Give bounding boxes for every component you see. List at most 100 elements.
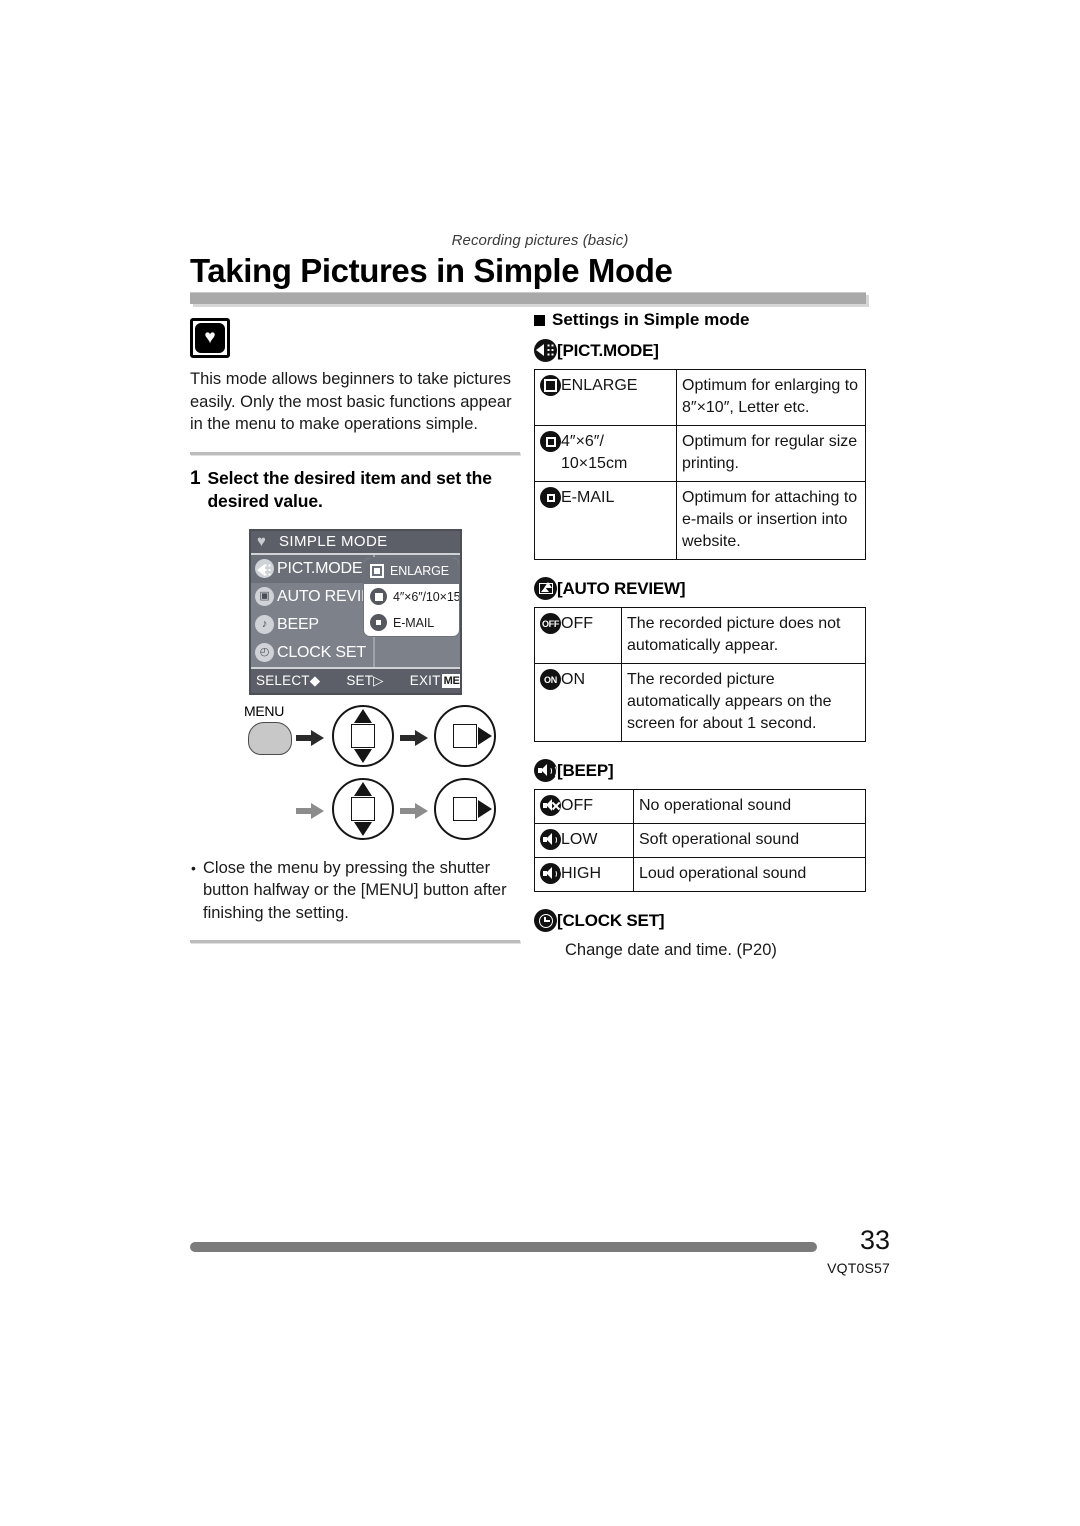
beep-key: LOW bbox=[561, 831, 598, 848]
table-row: LOW Soft operational sound bbox=[534, 823, 866, 858]
auto-review-desc: The recorded picture automatically appea… bbox=[621, 663, 866, 742]
table-row: E-MAIL Optimum for attaching to e-mails … bbox=[534, 481, 866, 560]
clock-icon: ◴ bbox=[255, 643, 274, 662]
updown-icon: ◆ bbox=[309, 672, 321, 688]
beep-heading-text: [BEEP] bbox=[557, 760, 614, 780]
triangle-right-icon: ▷ bbox=[373, 672, 384, 688]
lcd-footer-bar: SELECT ◆ SET ▷ EXIT MENU bbox=[251, 666, 460, 693]
auto-review-icon bbox=[534, 577, 557, 600]
lcd-menu-list: PICT.MODE ▣ AUTO REVIE ♪ BEEP ◴ CLOCK SE… bbox=[251, 554, 460, 667]
page-title: Taking Pictures in Simple Mode bbox=[190, 252, 673, 289]
pict-mode-desc: Optimum for attaching to e-mails or inse… bbox=[676, 481, 866, 560]
close-menu-note: Close the menu by pressing the shutter b… bbox=[190, 857, 520, 925]
off-icon: OFF bbox=[540, 613, 561, 634]
table-row: ENLARGE Optimum for enlarging to 8″×10″,… bbox=[534, 369, 866, 426]
lcd-title-bar: ♥ SIMPLE MODE bbox=[251, 530, 460, 555]
intro-text: This mode allows beginners to take pictu… bbox=[190, 370, 512, 433]
lcd-item-clock-set[interactable]: ◴ CLOCK SET bbox=[251, 639, 460, 667]
lcd-heart-icon: ♥ bbox=[257, 532, 267, 550]
pict-mode-key: E-MAIL bbox=[561, 489, 615, 506]
left-column: ♥ This mode allows beginners to take pic… bbox=[190, 318, 520, 955]
pict-mode-desc: Optimum for enlarging to 8″×10″, Letter … bbox=[676, 369, 866, 426]
flow-arrow-3 bbox=[296, 802, 324, 819]
flow-arrow-2 bbox=[400, 729, 428, 746]
menu-chip: MENU bbox=[441, 673, 460, 688]
table-row: OFF No operational sound bbox=[534, 789, 866, 824]
pict-mode-key-cell: ENLARGE bbox=[534, 369, 677, 426]
size-medium-icon bbox=[370, 588, 387, 605]
title-rule bbox=[190, 292, 866, 304]
auto-review-key: OFF bbox=[561, 615, 593, 632]
on-icon: ON bbox=[540, 669, 561, 690]
beep-key-cell: LOW bbox=[534, 823, 634, 858]
flow-arrow-4 bbox=[400, 802, 428, 819]
section-heading-text: Settings in Simple mode bbox=[552, 310, 750, 329]
pict-mode-icon bbox=[534, 339, 557, 362]
speaker-low-icon bbox=[540, 829, 561, 850]
cursor-pad-updown[interactable] bbox=[332, 704, 394, 767]
menu-button[interactable] bbox=[248, 721, 292, 755]
clock-set-note: Change date and time. (P20) bbox=[565, 941, 777, 959]
pict-mode-key-cell: E-MAIL bbox=[534, 481, 677, 560]
pict-mode-desc: Optimum for regular size printing. bbox=[676, 425, 866, 482]
auto-review-key: ON bbox=[561, 671, 585, 688]
cursor-pad-right-2[interactable] bbox=[434, 777, 496, 840]
speaker-mute-icon bbox=[540, 795, 561, 816]
table-row: HIGH Loud operational sound bbox=[534, 857, 866, 892]
right-column: Settings in Simple mode [PICT.MODE] ENLA… bbox=[534, 310, 866, 961]
divider-bottom bbox=[190, 940, 520, 943]
popup-item-label: E-MAIL bbox=[393, 615, 435, 630]
pict-mode-table: ENLARGE Optimum for enlarging to 8″×10″,… bbox=[534, 369, 866, 560]
beep-desc: Soft operational sound bbox=[633, 823, 866, 858]
button-flow-diagram: MENU bbox=[240, 703, 500, 843]
heart-icon: ♥ bbox=[190, 318, 230, 358]
pict-mode-heading-text: [PICT.MODE] bbox=[557, 340, 659, 360]
lcd-select-label: SELECT bbox=[256, 673, 310, 688]
popup-item-4x6[interactable]: 4″×6″/10×15cm bbox=[364, 584, 459, 610]
beep-desc: Loud operational sound bbox=[633, 857, 866, 892]
auto-review-key-cell: OFF OFF bbox=[534, 607, 622, 664]
beep-heading: [BEEP] bbox=[534, 759, 866, 782]
lcd-popup-menu: ENLARGE 4″×6″/10×15cm E-MAIL bbox=[363, 556, 460, 637]
section-heading: Settings in Simple mode bbox=[534, 310, 866, 330]
popup-item-enlarge[interactable]: ENLARGE bbox=[364, 557, 459, 584]
step-text: Select the desired item and set the desi… bbox=[207, 467, 492, 511]
step-1: 1 Select the desired item and set the de… bbox=[190, 467, 520, 513]
menu-button-label: MENU bbox=[244, 702, 285, 719]
cursor-pad-right-1[interactable] bbox=[434, 704, 496, 767]
lcd-exit-label: EXIT bbox=[409, 673, 441, 688]
beep-key: HIGH bbox=[561, 865, 601, 882]
cursor-pad-updown-2[interactable] bbox=[332, 777, 394, 840]
document-code: VQT0S57 bbox=[827, 1260, 890, 1276]
beep-key-cell: OFF bbox=[534, 789, 634, 824]
auto-review-heading-text: [AUTO REVIEW] bbox=[557, 578, 686, 598]
size-small-icon bbox=[370, 614, 387, 631]
manual-page: Recording pictures (basic) Taking Pictur… bbox=[0, 0, 1080, 1526]
footer-rule bbox=[190, 1242, 817, 1252]
popup-item-label: ENLARGE bbox=[390, 563, 450, 578]
square-bullet-icon bbox=[534, 314, 545, 326]
camera-lcd-mock: ♥ SIMPLE MODE PICT.MODE ▣ AUTO REVIE ♪ B… bbox=[249, 528, 462, 695]
page-eyebrow: Recording pictures (basic) bbox=[451, 232, 629, 249]
popup-item-label: 4″×6″/10×15cm bbox=[393, 589, 460, 604]
size-medium-icon bbox=[540, 431, 561, 452]
table-row: 4″×6″/ 10×15cm Optimum for regular size … bbox=[534, 425, 866, 482]
clock-set-heading: [CLOCK SET] bbox=[534, 909, 866, 932]
beep-key-cell: HIGH bbox=[534, 857, 634, 892]
divider bbox=[190, 451, 520, 455]
lcd-item-label: PICT.MODE bbox=[277, 559, 363, 577]
auto-review-table: OFF OFF The recorded picture does not au… bbox=[534, 607, 866, 742]
beep-icon bbox=[534, 759, 557, 782]
clock-set-heading-text: [CLOCK SET] bbox=[557, 910, 665, 930]
page-number: 33 bbox=[859, 1225, 890, 1255]
popup-item-email[interactable]: E-MAIL bbox=[364, 610, 459, 636]
table-row: OFF OFF The recorded picture does not au… bbox=[534, 607, 866, 664]
pict-mode-heading: [PICT.MODE] bbox=[534, 339, 866, 362]
lcd-title-text: SIMPLE MODE bbox=[279, 533, 388, 550]
speaker-high-icon bbox=[540, 863, 562, 884]
flow-arrow-1 bbox=[296, 729, 324, 746]
size-small-icon bbox=[540, 487, 561, 508]
pict-mode-icon bbox=[255, 559, 274, 578]
beep-table: OFF No operational sound LOW Soft operat… bbox=[534, 789, 866, 892]
lcd-set-label: SET bbox=[346, 673, 374, 688]
